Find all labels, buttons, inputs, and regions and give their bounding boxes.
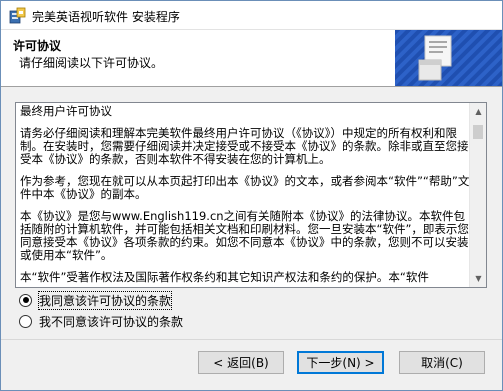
license-paragraph: 作为参考，您现在就可以从本页起打印出本《协议》的文本，或者参阅本“软件”“帮助”… <box>20 174 470 201</box>
license-text: 最终用户许可协议 请务必仔细阅读和理解本完美软件最终用户许可协议（《协议》）中规… <box>20 104 472 287</box>
decline-option[interactable]: 我不同意该许可协议的条款 <box>19 313 183 329</box>
page-subtitle: 请仔细阅读以下许可协议。 <box>19 56 164 70</box>
scroll-up-arrow-icon[interactable]: ▲ <box>470 103 486 120</box>
title-bar: 完美英语视听软件 安装程序 <box>1 1 502 30</box>
decline-radio[interactable] <box>19 314 32 328</box>
license-text-box[interactable]: 最终用户许可协议 请务必仔细阅读和理解本完美软件最终用户许可协议（《协议》）中规… <box>15 102 487 288</box>
page-title: 许可协议 <box>13 39 62 53</box>
scrollbar-thumb[interactable] <box>473 125 483 139</box>
license-scrollbar[interactable]: ▲ ▼ <box>469 103 486 287</box>
accept-label[interactable]: 我同意该许可协议的条款 <box>37 290 173 310</box>
license-heading: 最终用户许可协议 <box>20 104 112 118</box>
license-paragraph: 本《协议》是您与www.English119.cn之间有关随附本《协议》的法律协… <box>20 209 469 262</box>
header-banner: 许可协议 请仔细阅读以下许可协议。 <box>1 30 502 87</box>
decline-label[interactable]: 我不同意该许可协议的条款 <box>39 313 183 330</box>
setup-banner-image <box>389 30 502 86</box>
next-button[interactable]: 下一步(N) > <box>297 351 384 374</box>
cancel-button[interactable]: 取消(C) <box>399 351 485 374</box>
back-button[interactable]: < 返回(B) <box>198 351 284 374</box>
window-title: 完美英语视听软件 安装程序 <box>32 10 180 24</box>
accept-radio[interactable] <box>19 293 32 307</box>
installer-app-icon <box>9 7 26 24</box>
accept-option[interactable]: 我同意该许可协议的条款 <box>19 290 173 310</box>
scroll-down-arrow-icon[interactable]: ▼ <box>470 270 486 287</box>
license-paragraph: 本“软件”受著作权法及国际著作权条约和其它知识产权法和条约的保护。本“软件 <box>20 270 429 284</box>
installer-window: 完美英语视听软件 安装程序 许可协议 请仔细阅读以下许可协议。 最终用户许可协议 <box>0 0 503 391</box>
footer-divider <box>1 339 502 340</box>
license-paragraph: 请务必仔细阅读和理解本完美软件最终用户许可协议（《协议》）中规定的所有权利和限制… <box>20 126 469 166</box>
